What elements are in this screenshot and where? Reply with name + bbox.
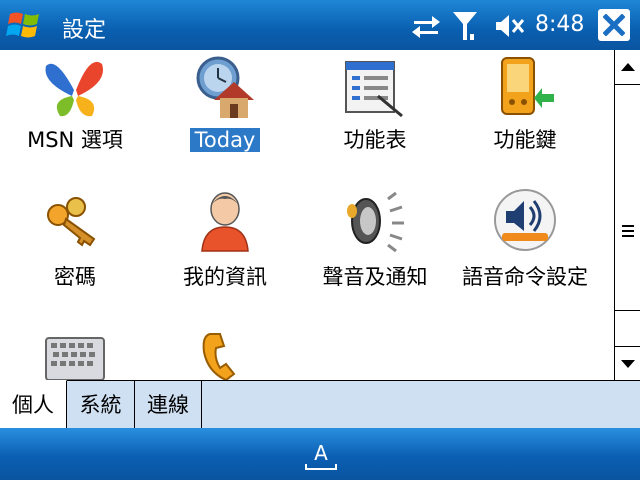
soft-input-keyboard-icon[interactable]: A (304, 438, 338, 472)
windows-flag-icon[interactable] (6, 8, 44, 42)
settings-item-today[interactable]: Today (150, 50, 300, 170)
tab-label: 系統 (79, 393, 122, 417)
softkey-bar: A (0, 428, 640, 480)
settings-item-password[interactable]: 密碼 (0, 185, 150, 325)
settings-item-label: 我的資訊 (183, 265, 267, 289)
settings-item-owner-info[interactable]: 我的資訊 (150, 185, 300, 325)
speaker-muted-icon[interactable] (494, 12, 526, 40)
settings-item-sounds[interactable]: 聲音及通知 (300, 185, 450, 325)
grip-lines-icon (622, 225, 634, 237)
user-person-icon (192, 187, 258, 253)
msn-butterfly-icon (42, 56, 108, 122)
arrow-down-icon (621, 360, 635, 368)
settings-item-label: 密碼 (54, 265, 96, 289)
settings-icon-grid: MSN 選項 Today 功能表 功能鍵 密碼 我的資訊 聲音及通知 語音命令設… (0, 50, 614, 380)
close-button[interactable] (598, 9, 630, 41)
tab-personal[interactable]: 個人 (0, 380, 67, 428)
voice-command-icon (492, 187, 558, 253)
settings-item-label: 功能鍵 (493, 128, 557, 152)
settings-item-label: 語音命令設定 (462, 265, 588, 289)
today-house-clock-icon (192, 54, 258, 120)
input-glyph: A (314, 441, 328, 465)
settings-item-buttons[interactable]: 功能鍵 (450, 50, 600, 170)
phone-handset-icon (192, 328, 258, 380)
signal-antenna-icon[interactable] (452, 10, 478, 42)
settings-item-label: Today (189, 128, 261, 152)
settings-item-menus[interactable]: 功能表 (300, 50, 450, 170)
title-bar: 設定 8:48 (0, 0, 640, 50)
tab-label: 連線 (147, 393, 189, 417)
settings-item-label: MSN 選項 (27, 128, 123, 152)
settings-item-label: 功能表 (343, 128, 407, 152)
settings-item-input[interactable] (0, 330, 150, 380)
vertical-scrollbar[interactable] (614, 50, 640, 380)
tab-strip: 個人 系統 連線 (0, 380, 640, 429)
pda-buttons-icon (492, 54, 558, 120)
scroll-down-button[interactable] (615, 346, 640, 381)
settings-item-label: 聲音及通知 (322, 265, 428, 289)
tab-system[interactable]: 系統 (67, 380, 135, 428)
keyboard-input-icon (42, 334, 108, 380)
speaker-sound-icon (342, 189, 408, 255)
tab-connections[interactable]: 連線 (135, 380, 202, 428)
menu-window-icon (342, 56, 408, 122)
settings-item-voice-command[interactable]: 語音命令設定 (450, 185, 600, 325)
scroll-thumb[interactable] (615, 84, 640, 311)
close-x-icon (603, 14, 625, 36)
keys-icon (42, 189, 108, 255)
sync-arrows-icon[interactable] (410, 12, 442, 40)
scroll-up-button[interactable] (615, 50, 640, 85)
settings-item-phone[interactable] (150, 326, 300, 380)
window-title: 設定 (62, 18, 107, 43)
arrow-up-icon (621, 63, 635, 71)
tab-label: 個人 (12, 393, 54, 417)
clock[interactable]: 8:48 (535, 12, 584, 37)
settings-item-msn[interactable]: MSN 選項 (0, 50, 150, 170)
